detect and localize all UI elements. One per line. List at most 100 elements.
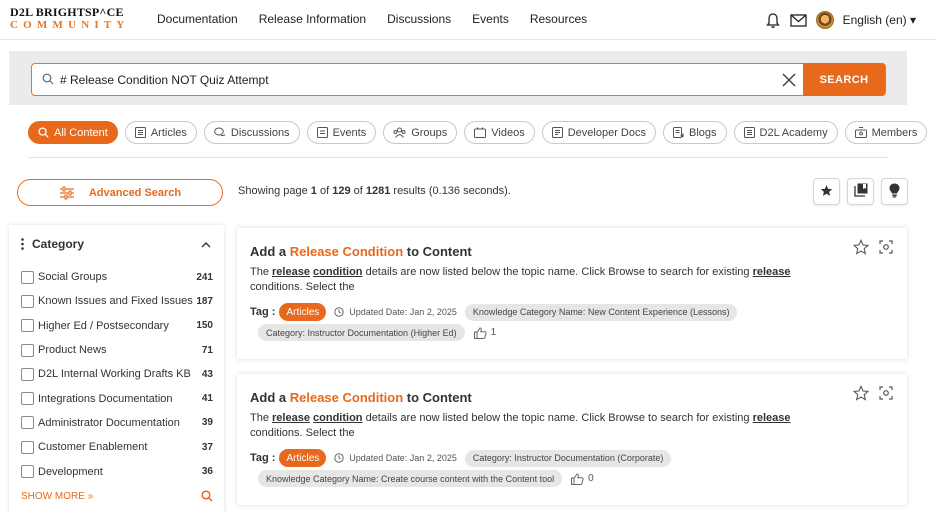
results-of: of	[316, 185, 333, 197]
logo-line1: D2L BRIGHTSP^CE	[10, 5, 124, 19]
tab-developer-docs[interactable]: Developer Docs	[541, 121, 656, 144]
facet-checkbox[interactable]	[21, 392, 34, 406]
search-icon	[38, 127, 49, 138]
nav-release-information[interactable]: Release Information	[259, 12, 366, 26]
facet-checkbox[interactable]	[21, 465, 34, 479]
tab-label: Blogs	[688, 126, 717, 139]
main-nav: Documentation Release Information Discus…	[157, 12, 608, 26]
tab-events[interactable]: Events	[306, 121, 377, 144]
show-more-link[interactable]: SHOW MORE »	[21, 491, 93, 502]
facet-customer-enablement[interactable]: Customer Enablement 37	[21, 435, 213, 459]
desc-text: details are now listed below the topic n…	[362, 266, 753, 278]
clock-icon	[334, 307, 344, 317]
result-meta: Tag : Articles Updated Date: Jan 2, 2025…	[250, 449, 678, 467]
search-band: SEARCH	[9, 51, 907, 105]
updated-text: Updated Date: Jan 2, 2025	[349, 453, 457, 463]
advanced-search-button[interactable]: Advanced Search	[17, 179, 223, 206]
like-count: 1	[490, 327, 497, 338]
star-filled-icon	[820, 184, 833, 200]
tab-videos[interactable]: Videos	[464, 121, 535, 144]
kebab-icon[interactable]	[21, 238, 24, 250]
tab-d2l-academy[interactable]: D2L Academy	[733, 121, 838, 144]
search-icon[interactable]	[201, 490, 213, 502]
category-chip: Category: Instructor Documentation (Corp…	[464, 449, 672, 467]
facet-count: 187	[196, 295, 213, 307]
clear-search-icon[interactable]	[780, 71, 798, 89]
search-button[interactable]: SEARCH	[803, 63, 885, 96]
tab-blogs[interactable]: Blogs	[662, 121, 727, 144]
tab-members[interactable]: Members	[844, 121, 928, 144]
tab-groups[interactable]: Groups	[383, 121, 458, 144]
facet-integrations-docs[interactable]: Integrations Documentation 41	[21, 386, 213, 410]
user-avatar[interactable]	[815, 11, 834, 29]
search-box: SEARCH	[31, 63, 886, 96]
facet-checkbox[interactable]	[21, 343, 34, 357]
language-selector[interactable]: English (en) ▾	[843, 13, 916, 27]
title-highlight: Release Condition	[289, 244, 404, 259]
facet-higher-ed[interactable]: Higher Ed / Postsecondary 150	[21, 314, 213, 338]
tab-label: Discussions	[230, 126, 290, 139]
desc-text: conditions. Select the	[250, 281, 355, 293]
tips-button[interactable]	[881, 178, 908, 205]
saved-button[interactable]	[847, 178, 874, 205]
nav-documentation[interactable]: Documentation	[157, 12, 238, 26]
like-count: 0	[588, 473, 594, 484]
desc-text: conditions. Select the	[250, 427, 355, 439]
mail-icon[interactable]	[788, 9, 810, 31]
favorites-button[interactable]	[813, 178, 840, 205]
facet-admin-docs[interactable]: Administrator Documentation 39	[21, 411, 213, 435]
category-header[interactable]: Category	[21, 237, 211, 251]
desc-keyword: release	[272, 412, 310, 424]
result-title[interactable]: Add a Release Condition to Content	[250, 244, 472, 259]
star-outline-icon[interactable]	[853, 385, 869, 401]
likes[interactable]: 0	[571, 472, 594, 485]
bell-icon[interactable]	[762, 9, 784, 31]
tab-discussions[interactable]: Discussions	[203, 121, 300, 144]
tab-label: All Content	[54, 126, 108, 139]
content-type-tabs: All Content Articles Discussions Events …	[28, 121, 934, 144]
facet-checkbox[interactable]	[21, 440, 34, 454]
updated-text: Updated Date: Jan 2, 2025	[349, 307, 457, 317]
thumbs-up-icon	[571, 472, 584, 485]
tab-label: Groups	[411, 126, 448, 139]
star-outline-icon[interactable]	[853, 239, 869, 255]
chevron-up-icon[interactable]	[201, 237, 211, 251]
facet-checkbox[interactable]	[21, 367, 34, 381]
facet-checkbox[interactable]	[21, 270, 34, 284]
facet-checkbox[interactable]	[21, 416, 34, 430]
result-description: The release condition details are now li…	[250, 411, 845, 441]
tag-pill[interactable]: Articles	[279, 449, 327, 467]
updated-date: Updated Date: Jan 2, 2025	[334, 307, 457, 317]
tag-label: Tag :	[250, 452, 276, 464]
quick-view-icon[interactable]	[879, 386, 893, 400]
search-input[interactable]	[60, 70, 760, 90]
bookmark-stack-icon	[853, 183, 868, 200]
facet-count: 39	[201, 417, 213, 429]
facet-internal-drafts[interactable]: D2L Internal Working Drafts KB 43	[21, 362, 213, 386]
facet-known-issues[interactable]: Known Issues and Fixed Issues 187	[21, 289, 213, 313]
desc-text: details are now listed below the topic n…	[362, 412, 753, 424]
facet-social-groups[interactable]: Social Groups 241	[21, 265, 213, 289]
result-title[interactable]: Add a Release Condition to Content	[250, 390, 472, 405]
facet-count: 241	[196, 271, 213, 283]
facet-checkbox[interactable]	[21, 294, 34, 308]
facet-product-news[interactable]: Product News 71	[21, 338, 213, 362]
facet-checkbox[interactable]	[21, 319, 34, 333]
quick-view-icon[interactable]	[879, 240, 893, 254]
brightspace-community-logo[interactable]: D2L BRIGHTSP^CE COMMUNITY	[10, 6, 130, 31]
updated-date: Updated Date: Jan 2, 2025	[334, 453, 457, 463]
tag-pill[interactable]: Articles	[279, 303, 327, 321]
nav-discussions[interactable]: Discussions	[387, 12, 451, 26]
title-text: Add a	[250, 244, 290, 259]
facet-development[interactable]: Development 36	[21, 459, 213, 483]
nav-resources[interactable]: Resources	[530, 12, 587, 26]
likes[interactable]: 1	[473, 326, 497, 339]
facet-count: 150	[196, 320, 213, 332]
facet-label: Customer Enablement	[38, 441, 148, 454]
tab-articles[interactable]: Articles	[124, 121, 197, 144]
title-highlight: Release Condition	[289, 390, 404, 405]
tab-label: D2L Academy	[759, 126, 828, 139]
desc-keyword: release	[272, 266, 310, 278]
nav-events[interactable]: Events	[472, 12, 509, 26]
tab-all-content[interactable]: All Content	[28, 121, 118, 144]
